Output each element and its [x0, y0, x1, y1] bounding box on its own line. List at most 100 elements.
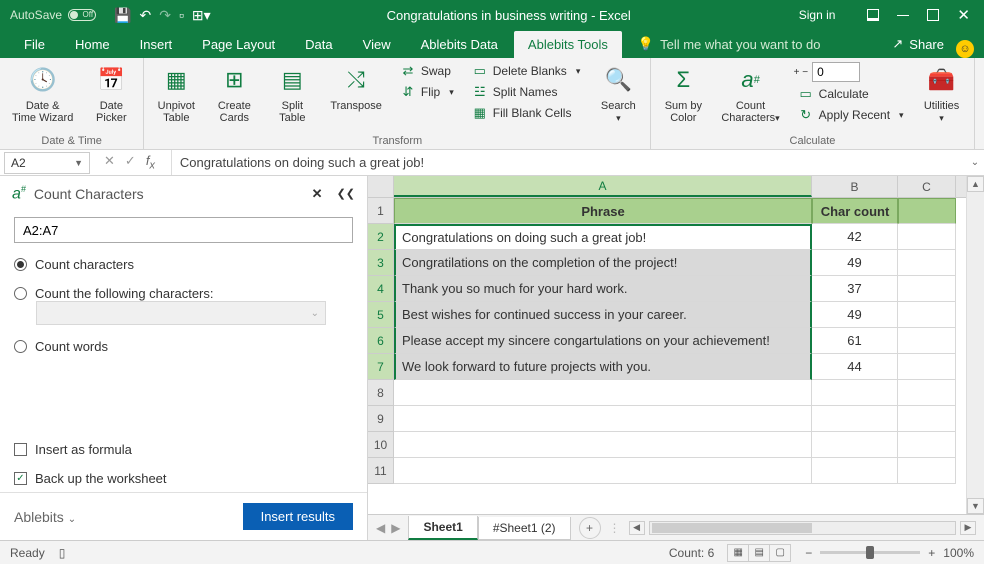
ribbon-display-icon[interactable]: [867, 9, 879, 21]
cell[interactable]: [898, 406, 956, 432]
zoom-level[interactable]: 100%: [943, 546, 974, 560]
utilities-button[interactable]: 🧰Utilities▾: [918, 62, 966, 126]
cell[interactable]: Please accept my sincere congartulations…: [394, 328, 812, 354]
cell[interactable]: [898, 250, 956, 276]
number-stepper[interactable]: + −: [794, 62, 908, 82]
cell[interactable]: Congratilations on the completion of the…: [394, 250, 812, 276]
row-header[interactable]: 4: [368, 276, 394, 302]
maximize-icon[interactable]: [927, 9, 939, 21]
cell[interactable]: [898, 354, 956, 380]
tell-me-search[interactable]: 💡Tell me what you want to do: [624, 30, 835, 58]
prev-sheet-icon[interactable]: ◀: [376, 521, 385, 535]
cell[interactable]: Congratulations on doing such a great jo…: [394, 224, 812, 250]
header-cell[interactable]: Char count: [812, 198, 898, 224]
tab-view[interactable]: View: [349, 31, 405, 58]
tab-page-layout[interactable]: Page Layout: [188, 31, 289, 58]
cell[interactable]: 49: [812, 302, 898, 328]
cell[interactable]: [812, 458, 898, 484]
vertical-scrollbar[interactable]: ▲ ▼: [966, 176, 984, 514]
number-input[interactable]: [812, 62, 860, 82]
page-layout-view-icon[interactable]: ▤: [748, 544, 770, 562]
cell[interactable]: [812, 432, 898, 458]
delete-blanks-button[interactable]: ▭Delete Blanks▾: [468, 62, 585, 80]
row-header[interactable]: 10: [368, 432, 394, 458]
transpose-button[interactable]: ⤭Transpose: [326, 62, 386, 114]
cell[interactable]: 44: [812, 354, 898, 380]
row-header[interactable]: 5: [368, 302, 394, 328]
checkbox-insert-formula[interactable]: Insert as formula: [14, 442, 353, 457]
row-header[interactable]: 8: [368, 380, 394, 406]
collapse-panel-icon[interactable]: ❮❮: [337, 187, 355, 200]
option-count-characters[interactable]: Count characters: [14, 257, 353, 272]
zoom-out-button[interactable]: −: [805, 546, 812, 560]
cell[interactable]: [898, 432, 956, 458]
chevron-down-icon[interactable]: ▼: [74, 158, 83, 168]
tab-ablebits-tools[interactable]: Ablebits Tools: [514, 31, 622, 58]
flip-button[interactable]: ⇵Flip▾: [396, 83, 458, 101]
sum-by-color-button[interactable]: ΣSum by Color: [659, 62, 707, 126]
autosave-toggle[interactable]: AutoSave Off: [0, 8, 106, 22]
calculate-button[interactable]: ▭Calculate: [794, 85, 908, 103]
date-picker-button[interactable]: 📅Date Picker: [87, 62, 135, 126]
normal-view-icon[interactable]: ▦: [727, 544, 749, 562]
split-names-button[interactable]: ☳Split Names: [468, 83, 585, 101]
column-header-c[interactable]: C: [898, 176, 956, 197]
name-box[interactable]: A2▼: [4, 152, 90, 174]
scroll-down-icon[interactable]: ▼: [967, 498, 984, 514]
touch-mode-icon[interactable]: ⊞▾: [192, 7, 211, 24]
option-count-words[interactable]: Count words: [14, 339, 353, 354]
enter-formula-icon[interactable]: ✓: [125, 153, 136, 172]
row-header[interactable]: 1: [368, 198, 394, 224]
checkbox-backup-worksheet[interactable]: ✓Back up the worksheet: [14, 471, 353, 486]
cell[interactable]: [812, 380, 898, 406]
macro-recorder-icon[interactable]: ▯: [59, 546, 66, 560]
formula-input[interactable]: Congratulations on doing such a great jo…: [171, 150, 966, 175]
page-break-view-icon[interactable]: ▢: [769, 544, 791, 562]
swap-button[interactable]: ⇄Swap: [396, 62, 458, 80]
save-icon[interactable]: 💾: [114, 7, 131, 24]
scroll-right-icon[interactable]: ▶: [960, 521, 976, 535]
zoom-in-button[interactable]: +: [928, 546, 935, 560]
date-time-wizard-button[interactable]: 🕓Date & Time Wizard: [8, 62, 77, 126]
close-panel-icon[interactable]: ✕: [306, 186, 329, 202]
feedback-icon[interactable]: ☺: [956, 40, 974, 58]
row-header[interactable]: 7: [368, 354, 394, 380]
ablebits-menu[interactable]: Ablebits ⌄: [14, 509, 76, 525]
row-header[interactable]: 2: [368, 224, 394, 250]
select-all-corner[interactable]: [368, 176, 394, 197]
row-header[interactable]: 3: [368, 250, 394, 276]
view-buttons[interactable]: ▦▤▢: [728, 544, 791, 562]
zoom-slider[interactable]: [820, 551, 920, 554]
column-header-b[interactable]: B: [812, 176, 898, 197]
fx-icon[interactable]: fx: [146, 153, 161, 172]
sign-in-link[interactable]: Sign in: [799, 8, 854, 22]
cell[interactable]: Thank you so much for your hard work.: [394, 276, 812, 302]
unpivot-table-button[interactable]: ▦Unpivot Table: [152, 62, 200, 126]
share-button[interactable]: ↗Share: [882, 30, 954, 58]
sheet-tab-sheet1-2[interactable]: #Sheet1 (2): [478, 517, 571, 540]
cell[interactable]: [898, 328, 956, 354]
cell[interactable]: [394, 406, 812, 432]
fill-blank-cells-button[interactable]: ▦Fill Blank Cells: [468, 104, 585, 122]
characters-dropdown[interactable]: ⌄: [36, 301, 326, 325]
cell[interactable]: 42: [812, 224, 898, 250]
tab-insert[interactable]: Insert: [126, 31, 187, 58]
cell[interactable]: [898, 276, 956, 302]
row-header[interactable]: 6: [368, 328, 394, 354]
cell[interactable]: [394, 380, 812, 406]
cell[interactable]: [812, 406, 898, 432]
search-button[interactable]: 🔍Search▾: [594, 62, 642, 126]
tab-ablebits-data[interactable]: Ablebits Data: [407, 31, 512, 58]
cell[interactable]: 61: [812, 328, 898, 354]
tab-file[interactable]: File: [10, 31, 59, 58]
apply-recent-button[interactable]: ↻Apply Recent▾: [794, 106, 908, 124]
scroll-left-icon[interactable]: ◀: [629, 521, 645, 535]
cell[interactable]: [898, 458, 956, 484]
cell[interactable]: 49: [812, 250, 898, 276]
row-header[interactable]: 9: [368, 406, 394, 432]
option-count-following[interactable]: Count the following characters:: [14, 286, 353, 301]
cell[interactable]: [898, 198, 956, 224]
cell[interactable]: [394, 458, 812, 484]
new-sheet-button[interactable]: +: [579, 517, 601, 539]
new-file-icon[interactable]: ▫: [179, 7, 184, 23]
